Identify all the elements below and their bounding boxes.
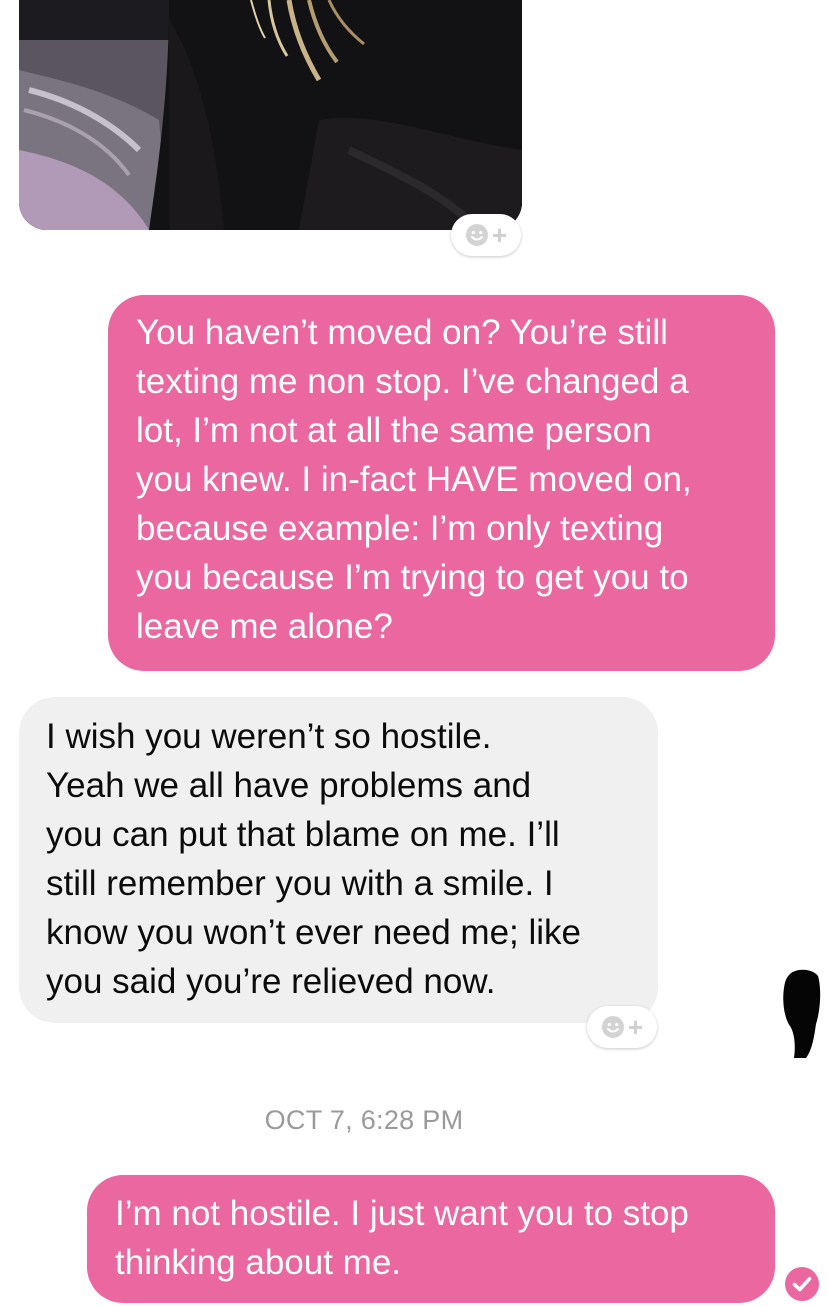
reaction-button[interactable]: + [451, 214, 521, 256]
conversation-timestamp: OCT 7, 6:28 PM [264, 1105, 464, 1135]
check-circle-icon [785, 1267, 819, 1301]
reaction-button[interactable]: + [587, 1006, 657, 1048]
smiley-icon [465, 224, 488, 246]
photo-message[interactable] [19, 0, 522, 230]
smiley-icon [601, 1016, 624, 1038]
outgoing-message-bubble[interactable]: You haven’t moved on? You’re still texti… [108, 295, 775, 671]
add-reaction-label: + [491, 220, 508, 250]
add-reaction-label: + [627, 1012, 644, 1042]
redaction-mark [783, 969, 821, 1058]
photo-image [19, 0, 522, 230]
incoming-message-bubble[interactable]: I wish you weren’t so hostile. Yeah we a… [19, 697, 658, 1023]
outgoing-message-bubble[interactable]: I’m not hostile. I just want you to stop… [87, 1175, 775, 1303]
